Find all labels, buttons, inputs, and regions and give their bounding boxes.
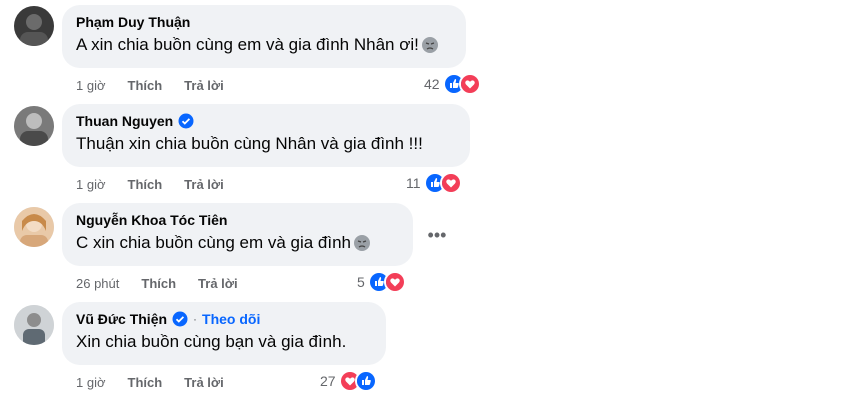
love-reaction-icon [383, 271, 406, 293]
comment-text: A xin chia buồn cùng em và gia đình Nhân… [76, 35, 419, 54]
reaction-summary[interactable]: 11 [406, 172, 462, 194]
more-horizontal-icon[interactable]: ••• [421, 219, 453, 251]
like-button[interactable]: Thích [128, 78, 163, 93]
comment-text: Xin chia buồn cùng bạn và gia đình. [76, 332, 347, 351]
follow-button[interactable]: Theo dõi [202, 310, 260, 328]
avatar[interactable] [14, 207, 54, 247]
comment-text: C xin chia buồn cùng em và gia đình [76, 233, 352, 252]
reaction-summary[interactable]: 42 [424, 73, 481, 95]
comment-actions: 1 giờ Thích Trả lời [76, 78, 246, 93]
comment-author[interactable]: Phạm Duy Thuận [76, 13, 190, 31]
comment-author[interactable]: Vũ Đức Thiện [76, 310, 167, 328]
like-reaction-icon [354, 370, 377, 392]
comment-actions: 26 phút Thích Trả lời [76, 276, 260, 291]
reaction-count: 5 [357, 274, 365, 290]
pensive-face-emoji [421, 36, 439, 54]
love-reaction-icon [458, 73, 481, 95]
reply-button[interactable]: Trả lời [198, 276, 238, 291]
reply-button[interactable]: Trả lời [184, 375, 224, 390]
comment-author[interactable]: Nguyễn Khoa Tóc Tiên [76, 211, 227, 229]
reaction-count: 27 [320, 373, 336, 389]
avatar[interactable] [14, 6, 54, 46]
verified-badge-icon [172, 311, 188, 327]
comment-text: Thuận xin chia buồn cùng Nhân và gia đìn… [76, 134, 423, 153]
like-button[interactable]: Thích [128, 177, 163, 192]
avatar[interactable] [14, 106, 54, 146]
like-button[interactable]: Thích [128, 375, 163, 390]
avatar[interactable] [14, 305, 54, 345]
comment-bubble: Vũ Đức Thiện · Theo dõi Xin chia buồn cù… [62, 302, 386, 365]
comment-time[interactable]: 26 phút [76, 276, 119, 291]
follow-separator: · [193, 312, 198, 326]
comment-time[interactable]: 1 giờ [76, 375, 106, 390]
comment-time[interactable]: 1 giờ [76, 177, 106, 192]
reply-button[interactable]: Trả lời [184, 177, 224, 192]
pensive-face-emoji [353, 234, 371, 252]
comment-author[interactable]: Thuan Nguyen [76, 112, 173, 130]
verified-badge-icon [178, 113, 194, 129]
like-button[interactable]: Thích [141, 276, 176, 291]
comment-bubble: Nguyễn Khoa Tóc Tiên C xin chia buồn cùn… [62, 203, 413, 266]
reaction-count: 11 [406, 175, 421, 191]
reply-button[interactable]: Trả lời [184, 78, 224, 93]
comment-bubble: Thuan Nguyen Thuận xin chia buồn cùng Nh… [62, 104, 470, 167]
love-reaction-icon [439, 172, 462, 194]
reaction-count: 42 [424, 76, 440, 92]
comment-actions: 1 giờ Thích Trả lời [76, 177, 246, 192]
comment-bubble: Phạm Duy Thuận A xin chia buồn cùng em v… [62, 5, 466, 68]
comment-time[interactable]: 1 giờ [76, 78, 106, 93]
comment-actions: 1 giờ Thích Trả lời [76, 375, 246, 390]
reaction-summary[interactable]: 5 [357, 271, 406, 293]
reaction-summary[interactable]: 27 [320, 370, 377, 392]
